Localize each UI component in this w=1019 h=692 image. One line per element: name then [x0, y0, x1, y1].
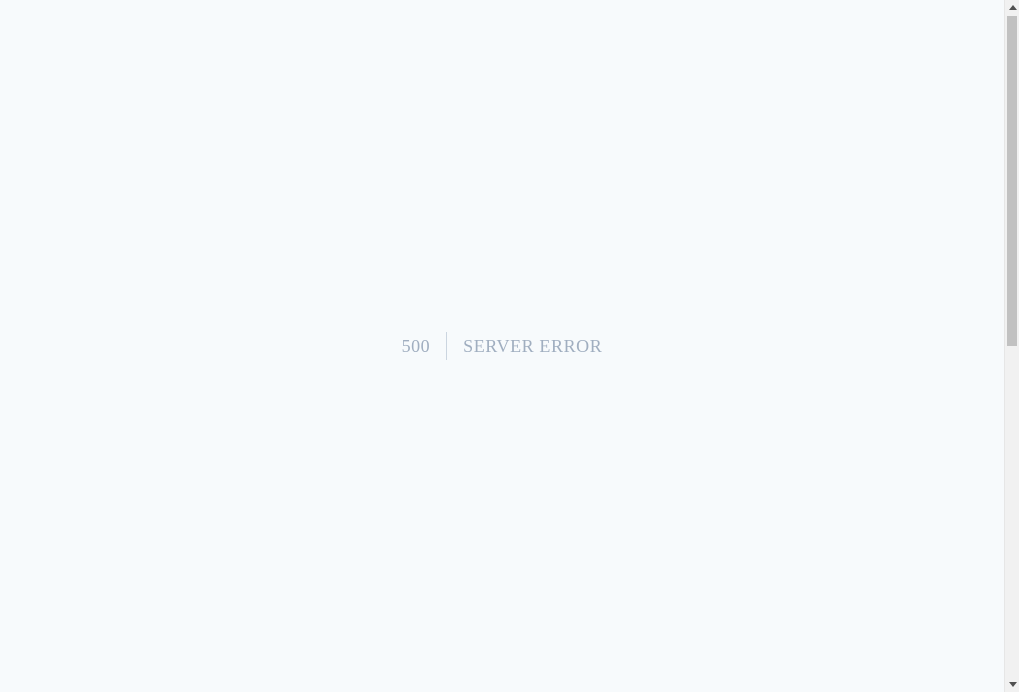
error-code: 500: [402, 332, 448, 360]
scroll-thumb[interactable]: [1007, 16, 1017, 346]
scroll-down-button[interactable]: [1005, 677, 1019, 692]
error-page-viewport: 500 SERVER ERROR: [0, 0, 1004, 692]
vertical-scrollbar[interactable]: [1004, 0, 1019, 692]
triangle-down-icon: [1008, 682, 1017, 687]
triangle-up-icon: [1008, 5, 1017, 10]
scroll-up-button[interactable]: [1005, 0, 1019, 15]
error-container: 500 SERVER ERROR: [402, 332, 603, 360]
page: 500 SERVER ERROR: [0, 0, 1019, 692]
error-message: SERVER ERROR: [463, 336, 603, 356]
